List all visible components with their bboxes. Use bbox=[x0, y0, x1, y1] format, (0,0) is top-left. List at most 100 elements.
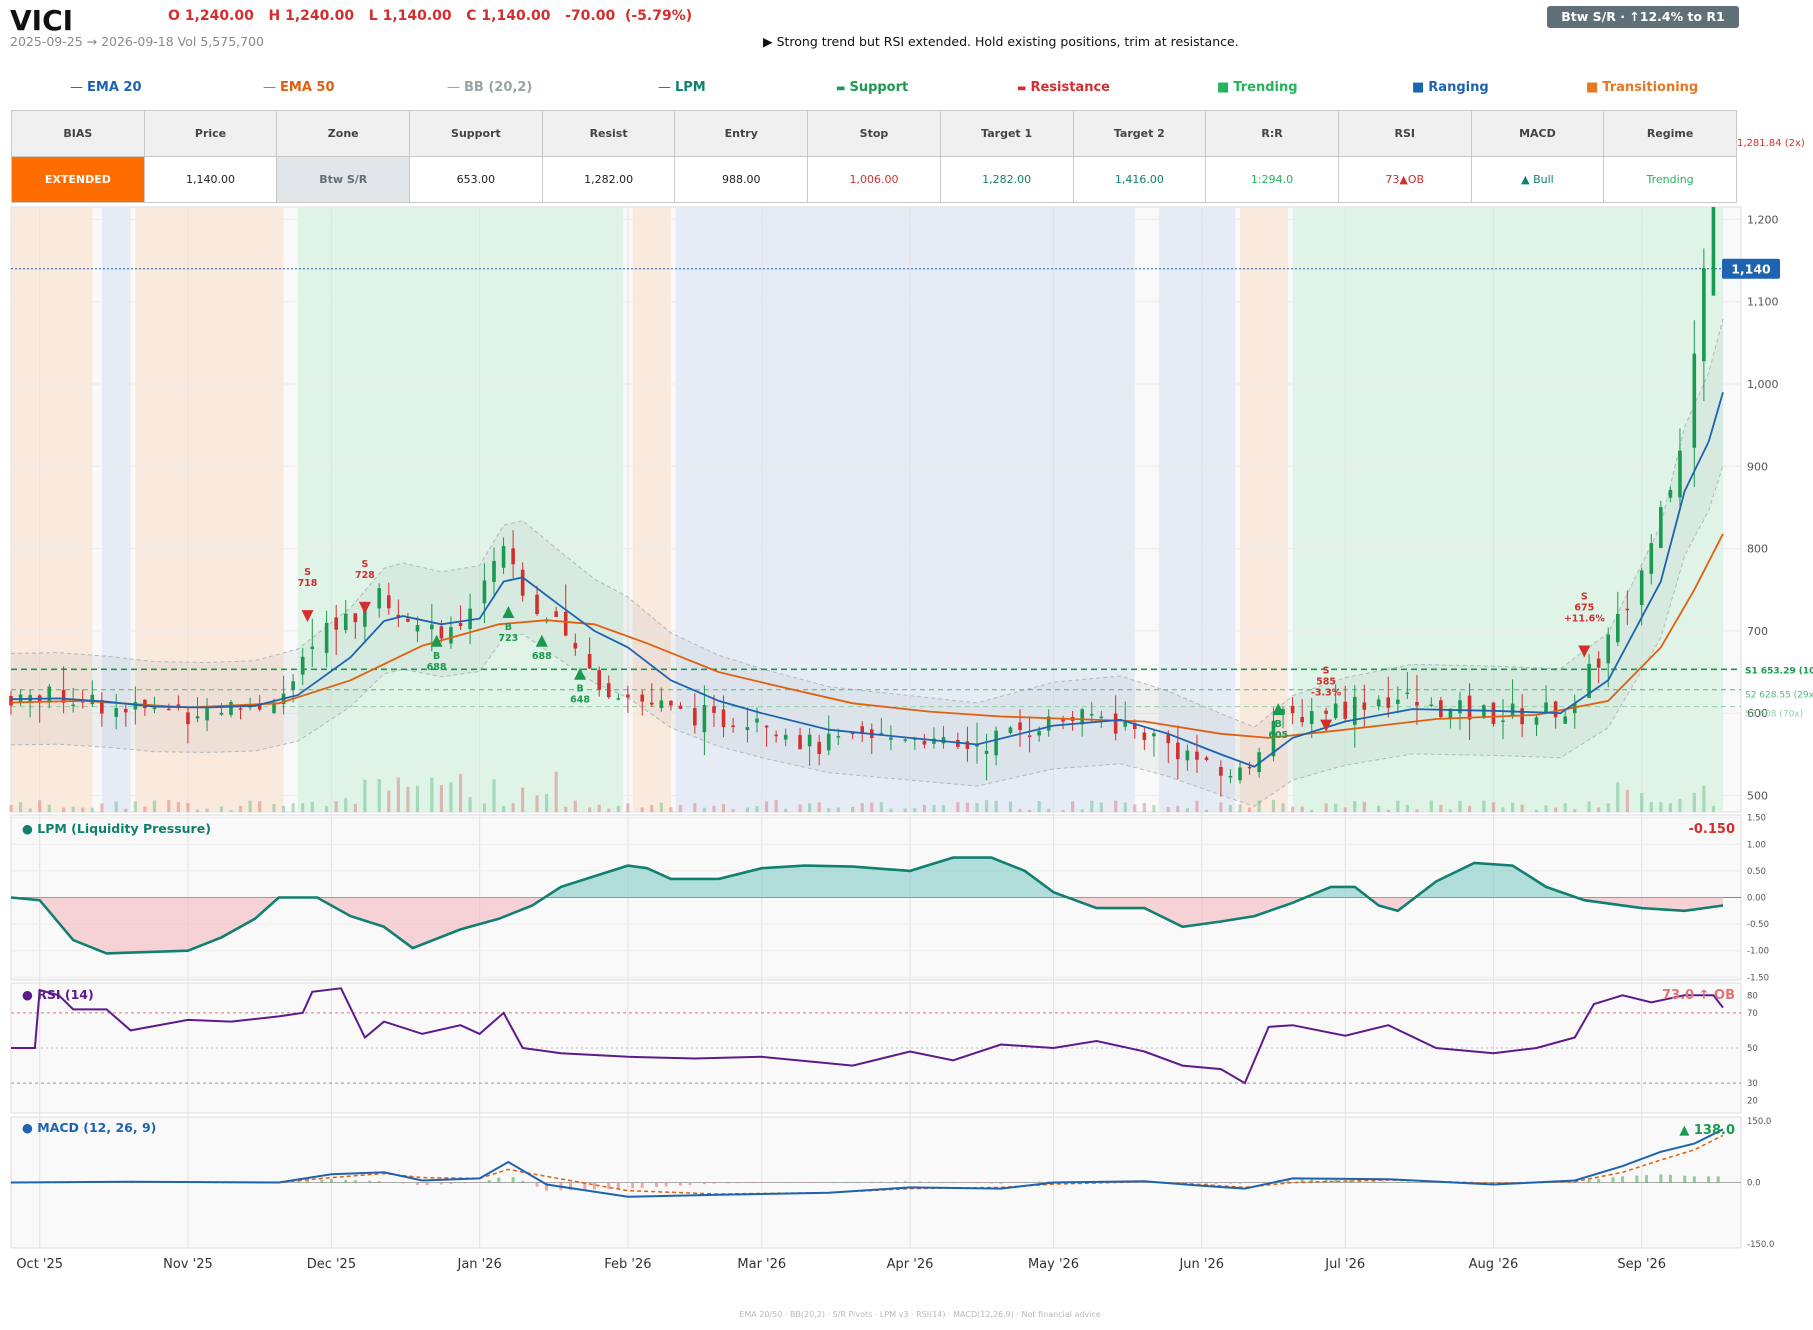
macd-histogram-bar bbox=[401, 1182, 405, 1184]
signal-label: 648 bbox=[570, 695, 590, 706]
signal-label: B bbox=[433, 651, 440, 662]
candle-body bbox=[535, 594, 539, 615]
candle-body bbox=[1458, 700, 1462, 714]
candle-body bbox=[1702, 268, 1706, 362]
signal-label: 675 bbox=[1574, 602, 1594, 613]
volume-bar bbox=[47, 804, 51, 812]
candle-body bbox=[430, 624, 434, 630]
candle-body bbox=[1309, 711, 1314, 724]
volume-bar bbox=[521, 787, 525, 812]
regime-band-trending bbox=[297, 207, 624, 812]
candle-body bbox=[219, 712, 224, 715]
x-tick-label: Jan '26 bbox=[456, 1257, 501, 1272]
candle-body bbox=[71, 704, 75, 707]
volume-bar bbox=[1204, 809, 1209, 812]
macd-histogram-bar bbox=[497, 1177, 501, 1183]
x-tick-label: May '26 bbox=[1028, 1257, 1079, 1272]
macd-histogram-bar bbox=[296, 1181, 300, 1183]
volume-bar bbox=[922, 804, 926, 812]
volume-bar bbox=[1415, 809, 1419, 812]
macd-histogram-bar bbox=[927, 1181, 931, 1183]
candle-body bbox=[606, 683, 611, 698]
macd-histogram-bar bbox=[368, 1180, 372, 1183]
candle-body bbox=[764, 725, 769, 728]
candle-body bbox=[386, 595, 391, 609]
candle-body bbox=[597, 670, 602, 690]
macd-histogram-bar bbox=[320, 1179, 324, 1183]
volume-bar bbox=[975, 802, 979, 812]
rsi-tick-label: 30 bbox=[1747, 1079, 1758, 1089]
candle-body bbox=[195, 716, 200, 719]
x-tick-label: Sep '26 bbox=[1617, 1257, 1666, 1272]
candle-body bbox=[640, 694, 645, 702]
candle-body bbox=[826, 733, 831, 751]
macd-histogram-bar bbox=[535, 1182, 539, 1187]
volume-bar bbox=[932, 804, 936, 812]
volume-bar bbox=[1659, 802, 1663, 812]
macd-histogram-bar bbox=[449, 1182, 453, 1184]
volume-bar bbox=[903, 808, 907, 812]
macd-histogram-bar bbox=[1692, 1176, 1696, 1183]
macd-histogram-bar bbox=[415, 1182, 419, 1185]
volume-bar bbox=[1257, 800, 1261, 812]
macd-histogram-bar bbox=[750, 1182, 754, 1184]
candle-body bbox=[702, 705, 707, 733]
volume-bar bbox=[124, 808, 128, 812]
candle-body bbox=[468, 608, 472, 629]
x-tick-label: Mar '26 bbox=[737, 1257, 786, 1272]
volume-bar bbox=[258, 801, 262, 812]
volume-bar bbox=[1324, 803, 1328, 812]
candle-body bbox=[520, 569, 525, 596]
macd-histogram-bar bbox=[329, 1179, 333, 1183]
volume-bar bbox=[1176, 805, 1180, 812]
volume-bar bbox=[597, 804, 601, 812]
volume-bar bbox=[1692, 792, 1696, 812]
volume-bar bbox=[1291, 806, 1295, 812]
volume-bar bbox=[1027, 809, 1032, 812]
s2-label: S2 628.55 (29x) bbox=[1745, 691, 1813, 701]
candle-body bbox=[774, 734, 778, 737]
price-tick-label: 1,100 bbox=[1747, 296, 1779, 309]
volume-bar bbox=[1625, 789, 1629, 812]
macd-histogram-bar bbox=[592, 1182, 596, 1190]
candle-body bbox=[1300, 716, 1304, 723]
macd-histogram-bar bbox=[1228, 1182, 1232, 1184]
macd-histogram-bar bbox=[712, 1182, 716, 1184]
candle-body bbox=[587, 654, 592, 669]
volume-bar bbox=[176, 802, 180, 812]
signal-label: S bbox=[304, 567, 311, 578]
signal-label: 688 bbox=[427, 662, 447, 673]
macd-histogram-bar bbox=[855, 1182, 859, 1183]
volume-bar bbox=[1668, 803, 1672, 812]
volume-bar bbox=[1439, 804, 1443, 812]
macd-histogram-bar bbox=[353, 1180, 357, 1183]
candle-body bbox=[406, 618, 410, 622]
macd-histogram-bar bbox=[1037, 1181, 1041, 1183]
candle-body bbox=[678, 705, 683, 709]
candle-body bbox=[626, 694, 630, 698]
lpm-tick-label: 1.50 bbox=[1747, 814, 1766, 824]
candle-body bbox=[1219, 766, 1223, 776]
candle-body bbox=[1439, 700, 1443, 718]
candle-body bbox=[1510, 703, 1515, 717]
volume-bar bbox=[1219, 802, 1223, 812]
volume-bar bbox=[774, 800, 778, 812]
volume-bar bbox=[626, 803, 630, 812]
volume-bar bbox=[1405, 804, 1409, 812]
macd-panel-title: ● MACD (12, 26, 9) bbox=[22, 1120, 156, 1135]
candle-body bbox=[807, 734, 812, 747]
signal-label: B bbox=[505, 622, 512, 633]
candle-body bbox=[1415, 701, 1419, 706]
volume-bar bbox=[1090, 800, 1094, 812]
volume-bar bbox=[1429, 800, 1433, 812]
volume-bar bbox=[860, 802, 864, 812]
volume-bar bbox=[468, 797, 472, 812]
candle-body bbox=[798, 735, 802, 750]
volume-bar bbox=[334, 801, 338, 812]
macd-histogram-bar bbox=[392, 1182, 396, 1183]
lpm-tick-label: 0.50 bbox=[1747, 867, 1766, 877]
candle-body bbox=[1238, 767, 1242, 781]
volume-bar bbox=[808, 803, 812, 812]
signal-label: B bbox=[1275, 719, 1282, 730]
volume-bar bbox=[396, 777, 400, 812]
